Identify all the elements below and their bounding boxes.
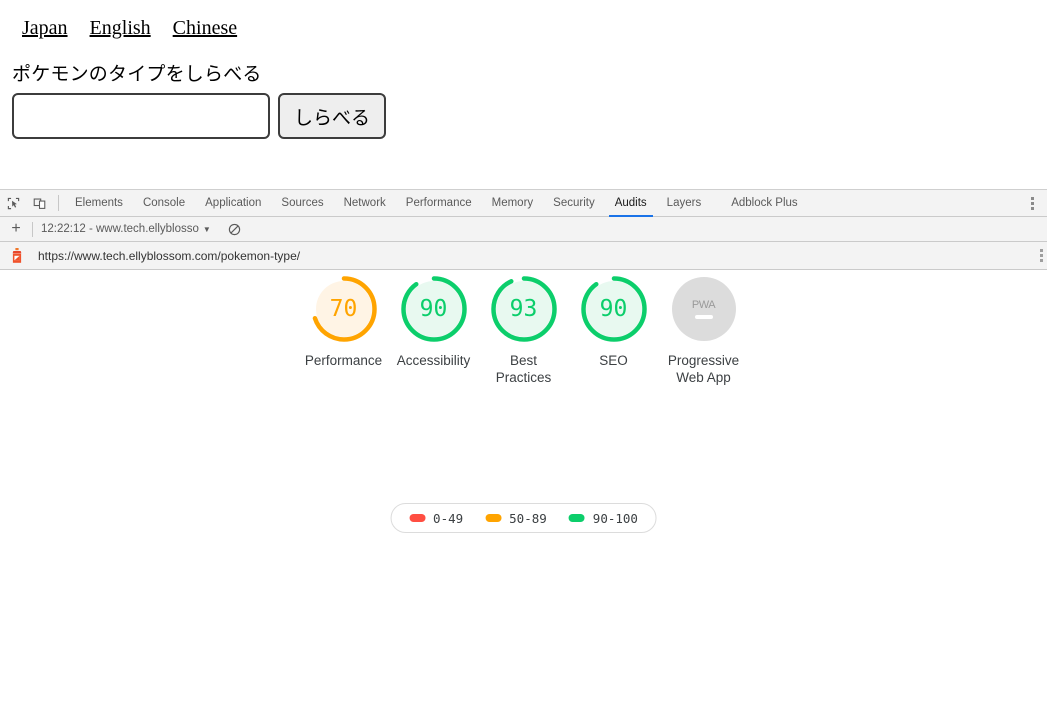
tab-elements[interactable]: Elements xyxy=(65,190,133,217)
lang-link-chinese[interactable]: Chinese xyxy=(173,17,237,40)
gauge-pwa-dial: PWA xyxy=(668,273,740,345)
legend-item-pass: 90-100 xyxy=(568,510,638,526)
lang-link-japan[interactable]: Japan xyxy=(22,17,68,40)
legend-item-fail: 0-49 xyxy=(409,511,463,526)
tab-application[interactable]: Application xyxy=(195,190,271,217)
score-gauges: 70 Performance 90 Accessibility 93 Best … xyxy=(0,270,1047,386)
gauge-accessibility-label: Accessibility xyxy=(396,353,471,368)
legend-swatch-orange xyxy=(485,514,502,522)
gauge-performance-score: 70 xyxy=(329,296,358,322)
web-page-content: Japan English Chinese ポケモンのタイプをしらべる しらべる xyxy=(0,0,1047,190)
gauge-accessibility[interactable]: 90 Accessibility xyxy=(389,273,479,369)
audits-toolbar: + 12:22:12 - www.tech.ellyblosso ▼ xyxy=(0,217,1047,242)
pwa-dash-icon xyxy=(694,315,713,319)
gauge-performance-dial: 70 xyxy=(308,273,380,345)
devtools-tabbar: Elements Console Application Sources Net… xyxy=(0,190,1047,217)
tab-network[interactable]: Network xyxy=(334,190,396,217)
language-nav: Japan English Chinese xyxy=(22,17,237,40)
lighthouse-logo-icon xyxy=(8,247,26,265)
legend-swatch-red xyxy=(409,514,426,522)
gauge-best-practices-label: Best Practices xyxy=(495,353,552,385)
devtools-panel: Elements Console Application Sources Net… xyxy=(0,190,1047,716)
gauge-seo-dial: 90 xyxy=(578,273,650,345)
pwa-badge: PWA xyxy=(671,277,736,341)
pokemon-name-input[interactable] xyxy=(12,93,270,139)
gauge-best-practices[interactable]: 93 Best Practices xyxy=(479,273,569,386)
gauge-performance-label: Performance xyxy=(304,353,383,368)
legend-swatch-green xyxy=(568,514,585,522)
tab-layers[interactable]: Layers xyxy=(657,190,712,217)
tab-memory[interactable]: Memory xyxy=(482,190,544,217)
pokemon-type-form: しらべる xyxy=(12,93,387,139)
toggle-device-toolbar-icon[interactable] xyxy=(26,191,52,215)
lang-link-english[interactable]: English xyxy=(90,17,151,40)
audit-run-selector[interactable]: 12:22:12 - www.tech.ellyblosso ▼ xyxy=(41,223,211,235)
search-submit-button[interactable]: しらべる xyxy=(278,93,387,139)
tab-performance[interactable]: Performance xyxy=(396,190,482,217)
inspect-element-icon[interactable] xyxy=(0,191,26,215)
tab-security[interactable]: Security xyxy=(543,190,605,217)
gauge-seo-label: SEO xyxy=(599,353,628,368)
legend-item-average: 50-89 xyxy=(485,511,547,526)
tab-console[interactable]: Console xyxy=(133,190,195,217)
subbar-divider xyxy=(32,221,33,237)
gauge-pwa-label: Progressive Web App xyxy=(667,353,740,385)
gauge-accessibility-dial: 90 xyxy=(398,273,470,345)
audited-url: https://www.tech.ellyblossom.com/pokemon… xyxy=(38,248,301,263)
gauge-seo-score: 90 xyxy=(599,296,628,322)
report-more-options-icon[interactable] xyxy=(1036,248,1046,264)
chevron-down-icon: ▼ xyxy=(202,224,211,234)
gauge-best-practices-score: 93 xyxy=(509,296,538,322)
clear-audits-icon[interactable] xyxy=(227,221,243,237)
tab-adblock-plus[interactable]: Adblock Plus xyxy=(711,190,807,217)
legend-label-pass: 90-100 xyxy=(592,510,638,526)
pwa-badge-text: PWA xyxy=(691,299,716,311)
new-audit-button[interactable]: + xyxy=(6,219,26,239)
toolbar-divider xyxy=(58,195,59,211)
audit-url-bar: https://www.tech.ellyblossom.com/pokemon… xyxy=(0,242,1047,270)
gauge-best-practices-dial: 93 xyxy=(488,273,560,345)
lighthouse-report: 70 Performance 90 Accessibility 93 Best … xyxy=(0,270,1047,715)
gauge-seo[interactable]: 90 SEO xyxy=(569,273,659,369)
tab-audits[interactable]: Audits xyxy=(605,190,657,217)
legend-label-fail: 0-49 xyxy=(433,510,464,526)
tab-sources[interactable]: Sources xyxy=(271,190,333,217)
gauge-progressive-web-app[interactable]: PWA Progressive Web App xyxy=(659,273,749,386)
page-heading: ポケモンのタイプをしらべる xyxy=(12,63,262,85)
legend-label-average: 50-89 xyxy=(509,510,547,526)
audit-run-label: 12:22:12 - www.tech.ellyblosso xyxy=(41,223,199,235)
score-legend: 0-49 50-89 90-100 xyxy=(390,503,657,533)
gauge-accessibility-score: 90 xyxy=(419,296,448,322)
gauge-performance[interactable]: 70 Performance xyxy=(299,273,389,369)
devtools-more-options-icon[interactable] xyxy=(1025,195,1039,211)
